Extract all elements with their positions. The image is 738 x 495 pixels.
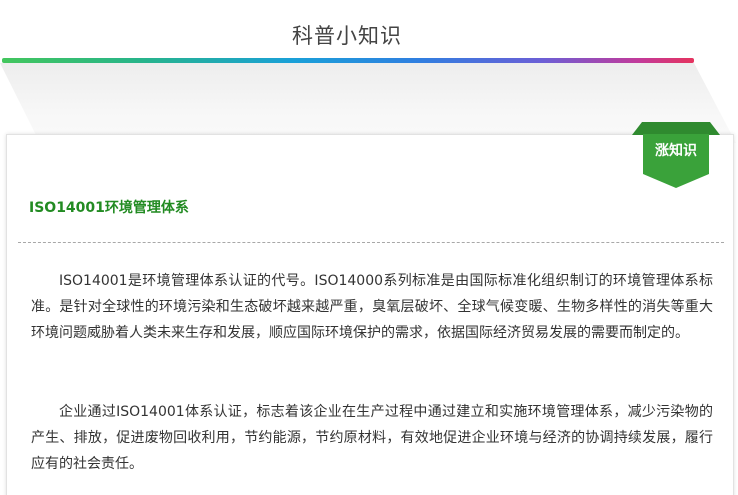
article-paragraph: ISO14001是环境管理体系认证的代号。ISO14000系列标准是由国际标准化… bbox=[31, 273, 713, 341]
dashed-divider bbox=[18, 242, 724, 243]
decorative-slant-panel bbox=[0, 63, 736, 143]
title-gradient-bar bbox=[2, 58, 694, 63]
section-title: 科普小知识 bbox=[292, 24, 402, 48]
page: 科普小知识 涨知识 ISO14001环境管理体系 ISO14001是环境管理体系… bbox=[0, 0, 738, 495]
article-paragraph: 企业通过ISO14001体系认证，标志着该企业在生产过程中通过建立和实施环境管理… bbox=[31, 404, 713, 472]
article-heading: ISO14001环境管理体系 bbox=[29, 200, 189, 216]
badge-fold bbox=[632, 122, 720, 135]
